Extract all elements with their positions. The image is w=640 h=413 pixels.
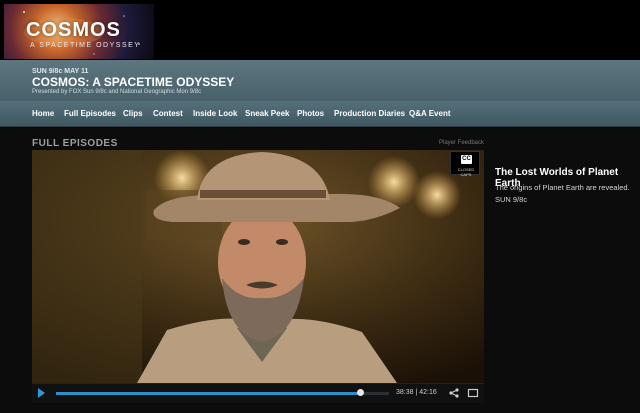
nav-item-sneak-peek[interactable]: Sneak Peek [245, 109, 289, 118]
seek-progress [56, 392, 361, 395]
elapsed-time: 38:38 [396, 389, 414, 396]
logo-title: COSMOS [26, 19, 121, 41]
presented-by: Presented by FOX Sun 9/8c and National G… [32, 89, 202, 95]
time-separator: | [415, 389, 418, 396]
player-feedback-link[interactable]: Player Feedback [439, 140, 484, 146]
cc-icon: CC [461, 155, 472, 164]
nav-item-full-episodes[interactable]: Full Episodes [64, 109, 116, 118]
episode-description: The origins of Planet Earth are revealed… [495, 183, 630, 204]
nav-item-contest[interactable]: Contest [153, 109, 183, 118]
nav-item-clips[interactable]: Clips [123, 109, 143, 118]
play-icon[interactable] [38, 388, 45, 398]
nav-item-qa-event[interactable]: Q&A Event [409, 109, 451, 118]
logo-subtitle: A SPACETIME ODYSSEY [30, 42, 141, 49]
closed-captions-button[interactable]: CC CLOSED CAPS [450, 151, 480, 177]
video-frame[interactable] [32, 150, 484, 383]
cosmos-logo[interactable]: COSMOS A SPACETIME ODYSSEY [4, 4, 154, 59]
time-display: 38:38 | 42:16 [396, 389, 437, 396]
nav-item-production-diaries[interactable]: Production Diaries [334, 109, 405, 118]
duration-time: 42:16 [419, 389, 437, 396]
air-time: SUN 9/8c MAY 11 [32, 68, 89, 75]
nav-item-home[interactable]: Home [32, 109, 54, 118]
nav-item-inside-look[interactable]: Inside Look [193, 109, 237, 118]
nav-item-photos[interactable]: Photos [297, 109, 324, 118]
fullscreen-icon[interactable] [467, 387, 479, 399]
share-icon[interactable] [448, 387, 460, 399]
video-player[interactable] [32, 150, 484, 403]
seek-thumb[interactable] [356, 389, 364, 396]
show-title: COSMOS: A SPACETIME ODYSSEY [32, 75, 235, 89]
cc-label: CLOSED CAPS [457, 167, 475, 177]
section-heading: FULL EPISODES [32, 138, 118, 149]
